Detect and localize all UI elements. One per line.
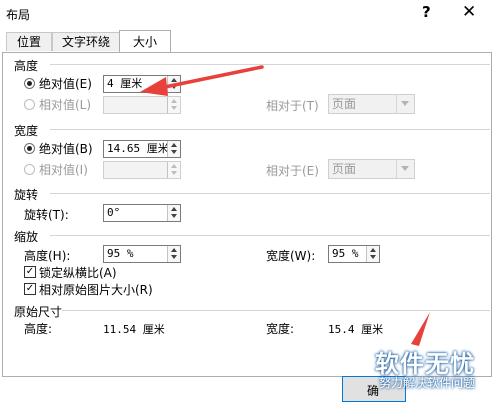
- red-arrow-icon: [140, 65, 264, 96]
- watermark-logo: 软件无忧 努力解决软件问题: [345, 338, 495, 396]
- watermark-subtitle: 努力解决软件问题: [379, 376, 476, 390]
